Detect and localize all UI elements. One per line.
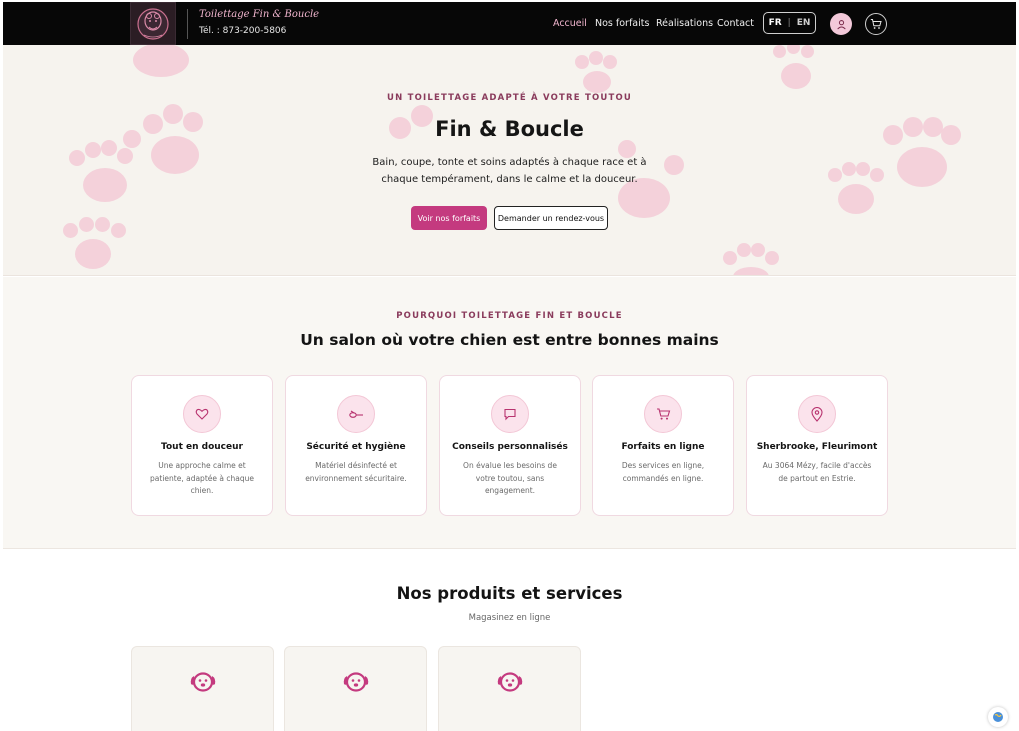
feature-icon-circle [644, 395, 682, 433]
heart-icon [195, 408, 209, 420]
feature-description: Au 3064 Mézy, facile d'accès de partout … [762, 461, 872, 483]
feature-description: Des services en ligne, commandés en lign… [621, 461, 705, 483]
feature-title: Sécurité et hygiène [306, 442, 406, 452]
feature-icon-circle [491, 395, 529, 433]
cart-icon [870, 19, 882, 29]
request-appointment-button[interactable]: Demander un rendez-vous [494, 206, 608, 230]
hero-section: UN TOILETTAGE ADAPTÉ À VOTRE TOUTOU Fin … [3, 45, 1016, 276]
account-button[interactable] [830, 13, 852, 35]
feature-title: Forfaits en ligne [621, 442, 705, 452]
brand-logo[interactable] [130, 2, 176, 45]
product-card[interactable] [131, 646, 274, 731]
feature-card: Sécurité et hygiène Matériel désinfecté … [285, 375, 427, 516]
feature-title: Tout en douceur [161, 442, 243, 452]
products-subtitle: Magasinez en ligne [468, 613, 551, 623]
feature-title: Conseils personnalisés [452, 442, 568, 452]
dog-logo-icon [137, 7, 169, 40]
feature-card: Sherbrooke, Fleurimont Au 3064 Mézy, fac… [746, 375, 888, 516]
dog-face-icon [497, 672, 523, 692]
hero-description: Bain, coupe, tonte et soins adaptés à ch… [372, 157, 647, 185]
products-title: Nos produits et services [396, 584, 623, 603]
cart-icon [656, 408, 670, 420]
feature-description: Une approche calme et patiente, adaptée … [150, 461, 254, 495]
language-switcher[interactable]: FR | EN [763, 12, 816, 34]
nav-forfaits[interactable]: Nos forfaits [595, 18, 649, 29]
feature-icon-circle [798, 395, 836, 433]
lang-separator: | [787, 18, 791, 28]
feature-card: Forfaits en ligne Des services en ligne,… [592, 375, 734, 516]
feature-description: On évalue les besoins de votre toutou, s… [463, 461, 557, 495]
phone-number[interactable]: Tél. : 873-200-5806 [199, 26, 286, 36]
assistant-widget-button[interactable] [988, 707, 1008, 727]
chat-icon [504, 408, 516, 421]
why-section: POURQUOI TOILETTAGE FIN ET BOUCLE Un sal… [3, 277, 1016, 549]
feature-icon-circle [183, 395, 221, 433]
hero-eyebrow: UN TOILETTAGE ADAPTÉ À VOTRE TOUTOU [387, 93, 632, 103]
user-icon [836, 19, 846, 29]
products-section: Nos produits et services Magasinez en li… [3, 550, 1016, 731]
product-card[interactable] [438, 646, 581, 731]
scissors-icon [349, 410, 363, 418]
dog-face-icon [190, 672, 216, 692]
location-icon [811, 406, 823, 422]
why-title: Un salon où votre chien est entre bonnes… [300, 331, 719, 349]
lang-en[interactable]: EN [797, 18, 811, 28]
globe-icon [993, 712, 1003, 722]
feature-card: Conseils personnalisés On évalue les bes… [439, 375, 581, 516]
lang-fr[interactable]: FR [769, 18, 782, 28]
nav-accueil[interactable]: Accueil [553, 18, 587, 29]
dog-face-icon [343, 672, 369, 692]
cart-button[interactable] [865, 13, 887, 35]
feature-title: Sherbrooke, Fleurimont [756, 442, 878, 452]
view-packages-button[interactable]: Voir nos forfaits [411, 206, 487, 230]
site-header: Toilettage Fin & Boucle Tél. : 873-200-5… [3, 2, 1016, 45]
nav-contact[interactable]: Contact [717, 18, 754, 29]
brand-divider [187, 9, 188, 39]
feature-icon-circle [337, 395, 375, 433]
browser-viewport: Toilettage Fin & Boucle Tél. : 873-200-5… [3, 2, 1016, 731]
hero-title: Fin & Boucle [435, 117, 584, 141]
brand-name[interactable]: Toilettage Fin & Boucle [199, 9, 319, 20]
feature-card: Tout en douceur Une approche calme et pa… [131, 375, 273, 516]
why-eyebrow: POURQUOI TOILETTAGE FIN ET BOUCLE [396, 311, 623, 321]
product-card[interactable] [284, 646, 427, 731]
nav-realisations[interactable]: Réalisations [656, 18, 713, 29]
feature-description: Matériel désinfecté et environnement séc… [305, 461, 407, 483]
